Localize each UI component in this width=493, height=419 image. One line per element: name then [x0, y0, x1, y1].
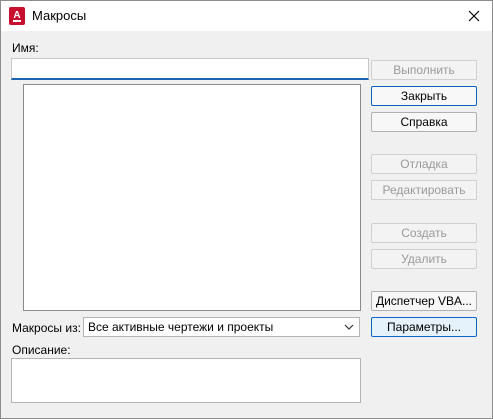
- description-box[interactable]: [11, 358, 361, 403]
- create-button[interactable]: Создать: [371, 223, 477, 243]
- close-button[interactable]: Закрыть: [371, 86, 477, 106]
- window-title: Макросы: [32, 8, 87, 23]
- close-window-button[interactable]: [459, 3, 489, 29]
- macros-in-select[interactable]: Все активные чертежи и проекты: [83, 317, 360, 337]
- delete-button[interactable]: Удалить: [371, 249, 477, 269]
- macros-dialog: A Макросы Имя: Выполнить Закрыть Справка…: [0, 0, 493, 419]
- chevron-down-icon: [344, 324, 354, 330]
- description-label: Описание:: [12, 343, 71, 357]
- macro-name-input[interactable]: [11, 58, 369, 80]
- options-button[interactable]: Параметры...: [371, 317, 477, 337]
- help-button[interactable]: Справка: [371, 112, 477, 132]
- vba-manager-button[interactable]: Диспетчер VBA...: [371, 291, 477, 311]
- macros-in-selected-value: Все активные чертежи и проекты: [88, 320, 274, 334]
- name-label: Имя:: [12, 41, 39, 55]
- macro-list[interactable]: [23, 84, 361, 311]
- title-bar: A Макросы: [1, 1, 492, 31]
- debug-button[interactable]: Отладка: [371, 154, 477, 174]
- svg-text:A: A: [13, 10, 20, 21]
- macros-in-label: Макросы из:: [12, 321, 81, 335]
- run-button[interactable]: Выполнить: [371, 60, 477, 80]
- edit-button[interactable]: Редактировать: [371, 180, 477, 200]
- close-icon: [468, 10, 480, 22]
- autocad-app-icon: A: [9, 7, 25, 25]
